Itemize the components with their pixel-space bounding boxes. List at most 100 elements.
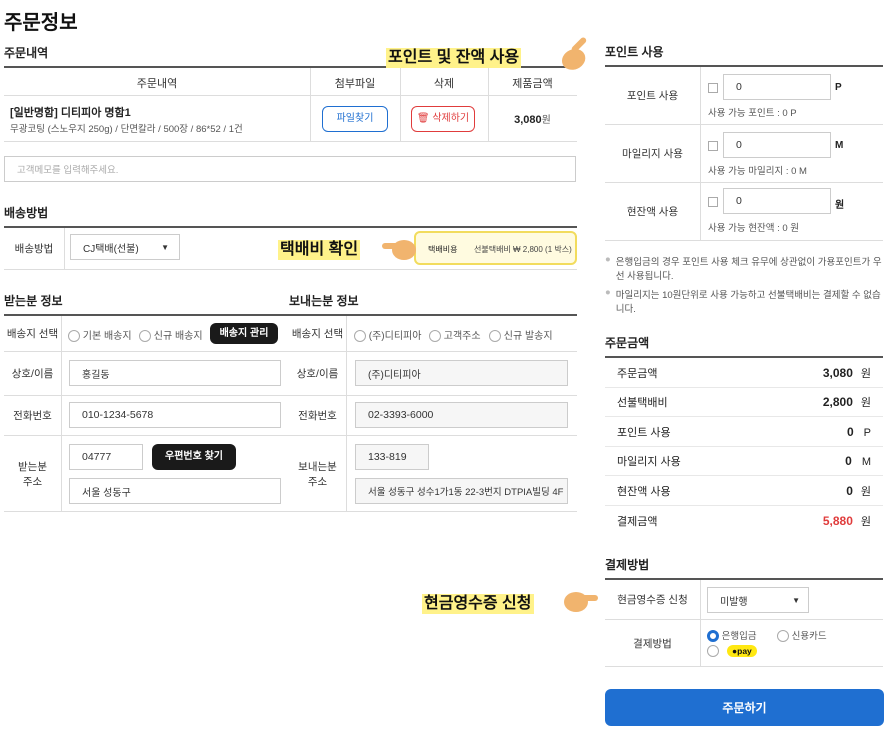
- order-button[interactable]: 주문하기: [605, 689, 884, 726]
- delete-button[interactable]: 🗑 삭제하기: [411, 106, 475, 132]
- payment-option-label: 신용카드: [791, 631, 827, 642]
- sender-option-label: 고객주소: [443, 331, 481, 342]
- divider: [310, 96, 311, 142]
- balance-label: 현잔액 사용: [605, 183, 700, 240]
- sender-option-company[interactable]: (주)디티피아: [354, 327, 422, 343]
- order-header-delete: 삭제: [433, 78, 455, 90]
- order-row: [일반명함] 디티피아 명함1 무광코팅 (스노우지 250g) / 단면칼라 …: [4, 96, 577, 142]
- divider: [61, 396, 62, 435]
- sender-name-input[interactable]: (주)디티피아: [355, 360, 568, 386]
- shipping-label: 배송방법: [4, 228, 64, 269]
- pointing-hand-icon: [564, 592, 598, 612]
- balance-checkbox[interactable]: [708, 197, 718, 207]
- summary-row: 현잔액 사용 0원: [605, 476, 883, 506]
- sender-select-row: 배송지 선택 (주)디티피아 고객주소 신규 발송지: [289, 316, 577, 352]
- points-section-title: 포인트 사용: [605, 45, 664, 59]
- radio-icon: [429, 330, 441, 343]
- shipping-method-select[interactable]: CJ택배(선불) ▼: [70, 234, 180, 260]
- summary-value: 2,800: [822, 395, 853, 409]
- points-row: 포인트 사용 0 P 사용 가능 포인트 : 0 P: [605, 67, 883, 125]
- zip-search-button[interactable]: 우편번호 찾기: [152, 444, 236, 470]
- sender-select-label: 배송지 선택: [289, 316, 346, 351]
- receiver-phone-label: 전화번호: [4, 396, 61, 435]
- summary-total-value: 5,880: [822, 514, 853, 528]
- sender-phone-input[interactable]: 02-3393-6000: [355, 402, 568, 428]
- receiver-section-title: 받는분 정보: [4, 294, 63, 308]
- manage-address-button[interactable]: 배송지 관리: [210, 323, 278, 344]
- summary-unit: 원: [860, 516, 871, 528]
- divider: [64, 228, 65, 269]
- kakaopay-label: pay: [737, 646, 752, 656]
- delete-button-label: 삭제하기: [432, 113, 470, 124]
- mileage-input[interactable]: 0: [723, 132, 831, 158]
- bullet-icon: ●: [605, 287, 611, 298]
- address-label-line: 주소: [22, 475, 43, 488]
- summary-unit: P: [863, 426, 871, 439]
- payment-section-title: 결제방법: [605, 558, 650, 572]
- balance-input[interactable]: 0: [723, 188, 831, 214]
- radio-icon: [707, 645, 719, 657]
- divider: [346, 316, 347, 351]
- divider: [346, 396, 347, 435]
- sender-option-new[interactable]: 신규 발송지: [489, 327, 553, 343]
- trash-icon: 🗑: [416, 113, 430, 124]
- points-checkbox[interactable]: [708, 83, 718, 93]
- mileage-row: 마일리지 사용 0 M 사용 가능 마일리지 : 0 M: [605, 125, 883, 183]
- divider: [700, 125, 701, 182]
- shipping-method-value: CJ택배(선불): [83, 243, 139, 255]
- receiver-option-new[interactable]: 신규 배송지: [139, 327, 203, 343]
- radio-selected-icon: [707, 630, 719, 643]
- caret-down-icon: ▼: [792, 595, 800, 605]
- bullet-icon: ●: [605, 254, 611, 265]
- divider: [700, 67, 701, 124]
- order-table-header: 주문내역 첨부파일 삭제 제품금액: [4, 68, 577, 96]
- payment-option-card[interactable]: 신용카드: [777, 628, 827, 643]
- receiver-name-row: 상호/이름 홍길동: [4, 352, 289, 396]
- callout-receipt: 현금영수증 신청: [422, 594, 534, 614]
- summary-unit: 원: [860, 367, 871, 380]
- mileage-checkbox[interactable]: [708, 141, 718, 151]
- divider: [61, 436, 62, 511]
- kakaopay-logo: ●pay: [727, 645, 757, 657]
- price-value: 3,080: [514, 114, 542, 126]
- shipping-section-title: 배송방법: [4, 206, 49, 220]
- receiver-zip-input[interactable]: 04777: [69, 444, 143, 470]
- sender-section-title: 보내는분 정보: [289, 294, 359, 308]
- receiver-option-default[interactable]: 기본 배송지: [68, 327, 132, 343]
- sender-address-label: 보내는분 주소: [289, 436, 346, 511]
- receiver-select-label: 배송지 선택: [4, 316, 61, 351]
- sender-option-label: (주)디티피아: [368, 331, 422, 342]
- payment-option-bank[interactable]: 은행입금: [707, 628, 757, 643]
- payment-option-label: 은행입금: [721, 631, 757, 642]
- sender-zip-input[interactable]: 133-819: [355, 444, 429, 470]
- receipt-select[interactable]: 미발행 ▼: [707, 587, 809, 613]
- address-label-line: 보내는분: [298, 460, 337, 473]
- receiver-name-input[interactable]: 홍길동: [69, 360, 281, 386]
- points-note: ● 은행입금의 경우 포인트 사용 체크 유무에 상관없이 가용포인트가 우선 …: [605, 254, 883, 282]
- summary-list: 주문금액 3,080 원 선불택배비 2,800 원 포인트 사용 0P 마일리지 …: [605, 358, 883, 536]
- callout-shipping: 택배비 확인: [278, 240, 361, 260]
- divider: [400, 96, 401, 142]
- mileage-label: 마일리지 사용: [605, 125, 700, 182]
- page-title: 주문정보: [4, 12, 78, 34]
- receiver-phone-input[interactable]: 010-1234-5678: [69, 402, 281, 428]
- sender-name-row: 상호/이름 (주)디티피아: [289, 352, 577, 396]
- attach-file-button[interactable]: 파일찾기: [322, 106, 388, 132]
- radio-icon: [139, 330, 151, 343]
- price-unit: 원: [541, 115, 551, 126]
- receiver-address-input[interactable]: 서울 성동구: [69, 478, 281, 504]
- summary-row: 주문금액 3,080 원: [605, 358, 883, 388]
- callout-points: 포인트 및 잔액 사용: [386, 48, 522, 68]
- payment-option-kakaopay[interactable]: ●pay: [707, 645, 757, 657]
- address-label-line: 주소: [307, 475, 328, 488]
- memo-input[interactable]: 고객메모를 입력해주세요.: [4, 156, 576, 182]
- radio-icon: [68, 330, 80, 343]
- sender-option-customer[interactable]: 고객주소: [429, 327, 481, 343]
- sender-address-input[interactable]: 서울 성동구 성수1가1동 22-3번지 DTPIA빌딩 4F: [355, 478, 568, 504]
- divider: [346, 352, 347, 395]
- divider: [346, 436, 347, 511]
- points-input[interactable]: 0: [723, 74, 831, 100]
- summary-label: 선불택배비: [617, 397, 668, 409]
- summary-label: 주문금액: [617, 367, 658, 380]
- note-text: 마일리지는 10원단위로 사용 가능하고 선불택배비는 결제할 수 없습니다.: [615, 290, 881, 315]
